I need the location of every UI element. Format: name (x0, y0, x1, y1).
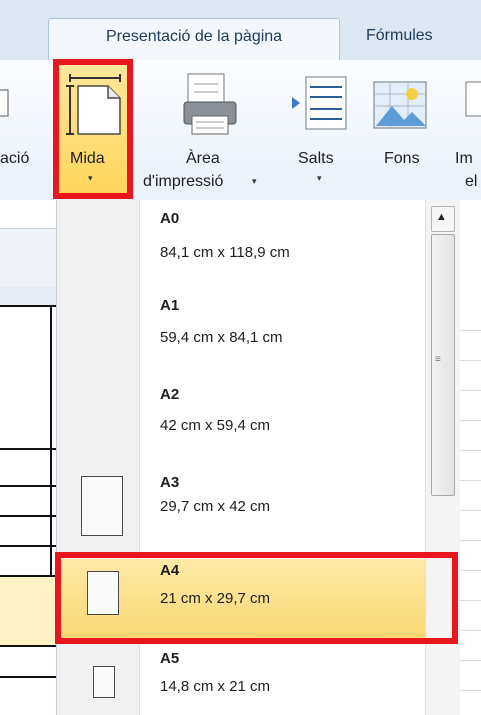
grid-line (458, 660, 481, 661)
paper-size-name: A1 (160, 297, 180, 314)
paper-size-name: A5 (160, 650, 180, 667)
cell-border (0, 515, 56, 517)
size-button-highlight (53, 59, 133, 199)
menu-item-a5[interactable]: A5 14,8 cm x 21 cm (57, 638, 425, 715)
cell-border (50, 305, 52, 575)
cell-border (0, 545, 56, 547)
breaks-dropdown-arrow: ▾ (317, 173, 322, 183)
background-label[interactable]: Fons (384, 148, 420, 170)
paper-size-dimensions: 84,1 cm x 118,9 cm (160, 244, 290, 261)
grid-line (458, 360, 481, 361)
highlighted-cell (0, 575, 56, 647)
cell-border (0, 485, 56, 487)
grid-line (458, 480, 481, 481)
paper-size-name: A2 (160, 386, 180, 403)
grid-line (458, 390, 481, 391)
print-titles-icon (465, 81, 481, 117)
grid-line (458, 600, 481, 601)
grid-line (458, 540, 481, 541)
paper-size-name: A3 (160, 474, 180, 491)
menu-item-a2[interactable]: A2 42 cm x 59,4 cm (57, 376, 425, 464)
print-area-label-line2[interactable]: d'impressió (143, 171, 223, 193)
cell-border (0, 645, 56, 647)
breaks-label[interactable]: Salts (298, 148, 334, 170)
sheet-grid-left (0, 305, 56, 715)
orientation-label[interactable]: ació (0, 148, 29, 170)
print-area-dropdown-arrow: ▾ (252, 176, 257, 186)
menu-item-a3[interactable]: A3 29,7 cm x 42 cm (57, 464, 425, 552)
paper-size-name: A0 (160, 210, 180, 227)
tab-formulas[interactable]: Fórmules (366, 18, 433, 60)
paper-size-dimensions: 14,8 cm x 21 cm (160, 678, 271, 695)
a4-row-highlight (55, 552, 458, 644)
sheet-grid-right (458, 200, 481, 715)
paper-size-dimensions: 42 cm x 59,4 cm (160, 417, 271, 434)
grid-line (458, 510, 481, 511)
grid-line (458, 450, 481, 451)
grid-line (458, 420, 481, 421)
cell-border (0, 448, 56, 450)
grid-line (458, 570, 481, 571)
menu-item-a1[interactable]: A1 59,4 cm x 84,1 cm (57, 288, 425, 376)
print-area-label-line1[interactable]: Àrea (186, 148, 220, 170)
grip-icon: ≡ (435, 354, 441, 365)
ribbon-tabstrip: Presentació de la pàgina Fórmules (0, 0, 481, 62)
scrollbar-thumb[interactable]: ≡ (431, 234, 455, 496)
background-icon (373, 81, 427, 129)
arrow-up-icon: ▲ (436, 211, 447, 223)
print-titles-label-line2[interactable]: el (465, 171, 477, 193)
breaks-icon (292, 76, 347, 130)
menu-item-a0[interactable]: A0 84,1 cm x 118,9 cm (57, 200, 425, 288)
scroll-up-button[interactable]: ▲ (431, 206, 455, 232)
tab-page-layout[interactable]: Presentació de la pàgina (48, 18, 340, 62)
print-titles-label-line1[interactable]: Im (455, 148, 473, 170)
cell-border (0, 676, 56, 678)
paper-size-dimensions: 29,7 cm x 42 cm (160, 498, 271, 515)
paper-size-dimensions: 59,4 cm x 84,1 cm (160, 329, 283, 346)
grid-line (458, 630, 481, 631)
paper-a5-icon (93, 666, 115, 698)
grid-line (458, 330, 481, 331)
paper-a3-icon (81, 476, 123, 536)
orientation-icon (0, 89, 9, 117)
grid-line (458, 690, 481, 691)
cell-border (0, 305, 56, 307)
print-area-icon (183, 73, 237, 135)
